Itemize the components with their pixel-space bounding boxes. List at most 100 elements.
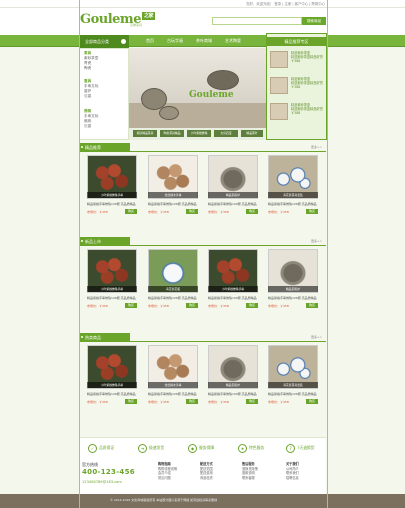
product-name[interactable]: 精品紫檀手串佛珠108颗 高品质精品 xyxy=(208,392,260,396)
section-header: 新品上市 更多>> xyxy=(80,237,326,246)
recommend-item[interactable]: 精品紫砂茶壶 精选紫砂茶壶精品好货 ￥388 xyxy=(270,77,324,97)
service-label: 极速发货 xyxy=(149,445,165,450)
product-card[interactable]: 青花瓷花瓶 精品紫檀手串佛珠108颗 高品质精品 市场价：￥358 购买 xyxy=(146,249,201,309)
banner-thumb[interactable]: 陶瓷茶具精品 xyxy=(160,130,184,137)
product-section: 热卖商品 更多>> 小叶紫檀佛珠手串 精品紫檀手串佛珠108颗 高品质精品 市场价：… xyxy=(80,333,326,423)
banner-thumb[interactable]: 精品茶叶 xyxy=(241,130,263,137)
buy-button[interactable]: 购买 xyxy=(246,209,258,214)
buy-button[interactable]: 购买 xyxy=(306,209,318,214)
category-menu-button[interactable]: 全部商品分类 xyxy=(79,35,129,48)
product-price: 市场价：￥358 xyxy=(208,400,229,404)
buy-button[interactable]: 购买 xyxy=(125,303,137,308)
buy-button[interactable]: 购买 xyxy=(246,399,258,404)
category-sidebar: 茶具 紫砂茶壶 青瓷 陶瓷 香具 手串文玩 香炉 沉香 佛珠 手串文玩 佛珠 沉… xyxy=(79,48,129,140)
incense-burner-image xyxy=(207,70,239,90)
recommend-item-desc: 精选紫砂茶壶精品好货 ￥388 xyxy=(291,107,323,115)
return-icon: 7 xyxy=(286,443,295,453)
buy-button[interactable]: 购买 xyxy=(186,209,198,214)
banner-thumb[interactable]: 文房四宝 xyxy=(214,130,238,137)
category-link[interactable]: 沉香 xyxy=(84,94,98,99)
service-item: ★ 特色服务 xyxy=(238,443,264,453)
search-input[interactable] xyxy=(212,17,302,25)
more-link[interactable]: 更多>> xyxy=(311,145,322,149)
contact-email[interactable]: 123456789@163.com xyxy=(82,480,122,484)
product-price: 市场价：￥358 xyxy=(268,400,289,404)
product-caption: 青花瓷茶具套装 xyxy=(268,192,318,198)
product-caption: 精品铜香炉 xyxy=(268,286,318,292)
recommend-item[interactable]: 精品紫砂茶壶 精选紫砂茶壶精品好货 ￥388 xyxy=(270,103,324,123)
buy-button[interactable]: 购买 xyxy=(306,303,318,308)
banner-logo: Gouleme xyxy=(189,90,234,100)
product-card[interactable]: 青花瓷茶具套装 精品紫檀手串佛珠108颗 高品质精品 市场价：￥358 购买 xyxy=(266,155,321,215)
chevron-down-icon xyxy=(121,39,126,44)
nav-item-home[interactable]: 首页 xyxy=(146,38,154,44)
footer-link[interactable]: 联系客服 xyxy=(242,476,282,481)
product-name[interactable]: 精品紫檀手串佛珠108颗 高品质精品 xyxy=(208,202,260,206)
product-section: 新品上市 更多>> 小叶紫檀佛珠手串 精品紫檀手串佛珠108颗 高品质精品 市场价：… xyxy=(80,237,326,327)
nav-item-ceramics[interactable]: 艺术陶瓷 xyxy=(225,38,241,44)
product-name[interactable]: 精品紫檀手串佛珠108颗 高品质精品 xyxy=(148,392,200,396)
product-card[interactable]: 小叶紫檀佛珠手串 精品紫檀手串佛珠108颗 高品质精品 市场价：￥358 购买 xyxy=(85,155,140,215)
buy-button[interactable]: 购买 xyxy=(306,399,318,404)
footer-link[interactable]: 商品验货 xyxy=(200,476,240,481)
product-caption: 金丝楠木手串 xyxy=(148,192,198,198)
section-header: 精品推荐 更多>> xyxy=(80,143,326,152)
banner-thumbnails: 紫砂精品茶具 陶瓷茶具精品 小叶紫檀佛珠 文房四宝 精品茶叶 xyxy=(129,128,266,140)
nav-item-tea[interactable]: 茶叶商城 xyxy=(196,38,212,44)
product-name[interactable]: 精品紫檀手串佛珠108颗 高品质精品 xyxy=(268,392,320,396)
product-card[interactable]: 精品铜香炉 精品紫檀手串佛珠108颗 高品质精品 市场价：￥358 购买 xyxy=(206,345,261,405)
main-nav: 首页 古玩字画 茶叶商城 艺术陶瓷 xyxy=(0,35,405,47)
banner-thumb[interactable]: 紫砂精品茶具 xyxy=(133,130,157,137)
product-price: 市场价：￥358 xyxy=(208,304,229,308)
search-button[interactable]: 搜索商品 xyxy=(302,17,326,25)
product-card[interactable]: 小叶紫檀佛珠手串 精品紫檀手串佛珠108颗 高品质精品 市场价：￥358 购买 xyxy=(85,345,140,405)
buy-button[interactable]: 购买 xyxy=(186,303,198,308)
product-price: 市场价：￥358 xyxy=(268,210,289,214)
top-links[interactable]: 您好，欢迎光临！ 登录 | 注册 | 客户中心 | 帮助中心 xyxy=(246,1,325,6)
product-card[interactable]: 精品铜香炉 精品紫檀手串佛珠108颗 高品质精品 市场价：￥358 购买 xyxy=(266,249,321,309)
product-price: 市场价：￥358 xyxy=(148,400,169,404)
footer-column: 关于我们 公司简介 联系我们 招聘信息 xyxy=(286,462,326,480)
footer-link[interactable]: 常见问题 xyxy=(158,476,198,481)
category-link[interactable]: 陶瓷 xyxy=(84,66,98,71)
recommend-title: 精品推荐专区 xyxy=(266,37,327,46)
product-name[interactable]: 精品紫檀手串佛珠108颗 高品质精品 xyxy=(268,202,320,206)
product-image xyxy=(270,77,288,94)
nav-item-antiques[interactable]: 古玩字画 xyxy=(167,38,183,44)
footer-link[interactable]: 招聘信息 xyxy=(286,476,326,481)
product-caption: 青花瓷花瓶 xyxy=(148,286,198,292)
buy-button[interactable]: 购买 xyxy=(186,399,198,404)
more-link[interactable]: 更多>> xyxy=(311,239,322,243)
product-name[interactable]: 精品紫檀手串佛珠108颗 高品质精品 xyxy=(148,202,200,206)
product-name[interactable]: 精品紫檀手串佛珠108颗 高品质精品 xyxy=(208,296,260,300)
top-bar: 您好，欢迎光临！ 登录 | 注册 | 客户中心 | 帮助中心 xyxy=(0,0,405,8)
service-label: 特色服务 xyxy=(249,445,265,450)
product-name[interactable]: 精品紫檀手串佛珠108颗 高品质精品 xyxy=(148,296,200,300)
product-caption: 小叶紫檀佛珠手串 xyxy=(208,286,258,292)
buy-button[interactable]: 购买 xyxy=(246,303,258,308)
recommend-item[interactable]: 精品紫砂茶壶 精选紫砂茶壶精品好货 ￥388 xyxy=(270,51,324,71)
product-card[interactable]: 金丝楠木手串 精品紫檀手串佛珠108颗 高品质精品 市场价：￥358 购买 xyxy=(146,155,201,215)
product-caption: 小叶紫檀佛珠手串 xyxy=(87,286,137,292)
hero-banner[interactable]: Gouleme xyxy=(129,48,266,128)
product-price: 市场价：￥358 xyxy=(148,210,169,214)
product-name[interactable]: 精品紫檀手串佛珠108颗 高品质精品 xyxy=(87,392,139,396)
product-caption: 精品铜香炉 xyxy=(208,192,258,198)
footer-column: 配送方式 配送范围 配送费用 商品验货 xyxy=(200,462,240,480)
banner-thumb[interactable]: 小叶紫檀佛珠 xyxy=(187,130,211,137)
product-card[interactable]: 精品铜香炉 精品紫檀手串佛珠108颗 高品质精品 市场价：￥358 购买 xyxy=(206,155,261,215)
buy-button[interactable]: 购买 xyxy=(125,209,137,214)
product-card[interactable]: 金丝楠木手串 精品紫檀手串佛珠108颗 高品质精品 市场价：￥358 购买 xyxy=(146,345,201,405)
service-item: ✓ 品质保证 xyxy=(88,443,114,453)
service-label: 服务保障 xyxy=(199,445,215,450)
product-card[interactable]: 青花瓷茶具套装 精品紫檀手串佛珠108颗 高品质精品 市场价：￥358 购买 xyxy=(266,345,321,405)
product-name[interactable]: 精品紫檀手串佛珠108颗 高品质精品 xyxy=(87,296,139,300)
buy-button[interactable]: 购买 xyxy=(125,399,137,404)
product-card[interactable]: 小叶紫檀佛珠手串 精品紫檀手串佛珠108颗 高品质精品 市场价：￥358 购买 xyxy=(206,249,261,309)
product-name[interactable]: 精品紫檀手串佛珠108颗 高品质精品 xyxy=(268,296,320,300)
product-name[interactable]: 精品紫檀手串佛珠108颗 高品质精品 xyxy=(87,202,139,206)
site-logo[interactable]: Gouleme 之家 xyxy=(80,12,155,27)
category-link[interactable]: 沉香 xyxy=(84,124,98,129)
more-link[interactable]: 更多>> xyxy=(311,335,322,339)
product-card[interactable]: 小叶紫檀佛珠手串 精品紫檀手串佛珠108颗 高品质精品 市场价：￥358 购买 xyxy=(85,249,140,309)
